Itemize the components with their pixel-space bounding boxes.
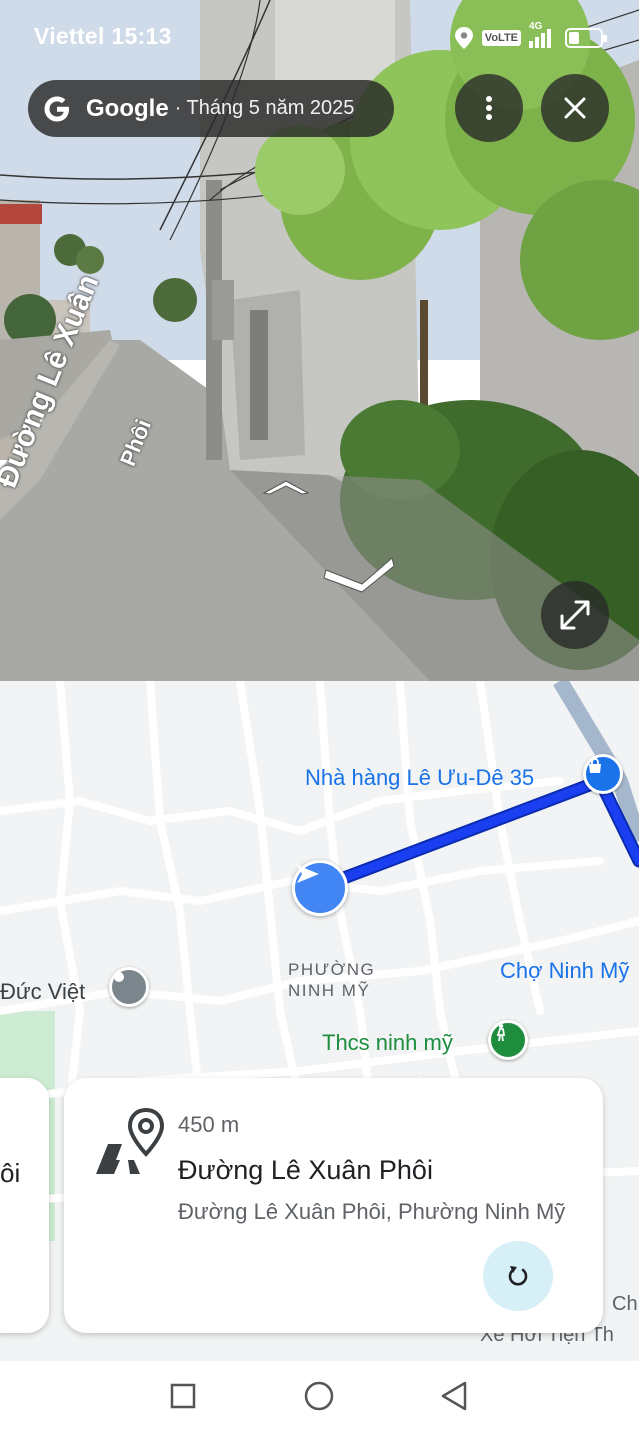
restaurant-pin[interactable] <box>583 754 623 794</box>
navigation-arrow-icon <box>297 865 319 883</box>
street-view-panel[interactable]: Viettel 15:13 VoLTE 4G Google · Tháng 5 … <box>0 0 639 681</box>
carrier-time: Viettel 15:13 <box>34 23 172 49</box>
backward-arrow[interactable] <box>322 552 396 594</box>
volte-badge: VoLTE <box>481 30 521 46</box>
school-pin[interactable] <box>488 1020 528 1060</box>
system-nav-bar <box>0 1361 639 1431</box>
status-bar: Viettel 15:13 VoLTE 4G <box>0 20 639 56</box>
close-icon <box>564 97 586 119</box>
ward-label-line1: PHƯỜNG <box>288 960 376 979</box>
expand-button[interactable] <box>541 581 609 649</box>
user-location-marker <box>292 860 348 916</box>
battery-icon <box>565 28 607 48</box>
bottom-poi-label-2[interactable]: Ch <box>612 1293 638 1316</box>
ducviet-label[interactable]: Đức Việt <box>0 979 85 1005</box>
google-g-icon <box>44 96 69 121</box>
signal-icon: 4G <box>529 21 551 48</box>
network-type: 4G <box>529 20 543 32</box>
place-address: Đường Lê Xuân Phôi, Phường Ninh Mỹ <box>178 1199 566 1224</box>
square-icon <box>170 1383 196 1409</box>
status-icons: VoLTE 4G <box>454 21 607 50</box>
recent-apps-button[interactable] <box>165 1378 201 1414</box>
hiking-icon <box>496 1023 506 1042</box>
refresh-button[interactable] <box>483 1241 553 1311</box>
market-label[interactable]: Chợ Ninh Mỹ <box>500 958 629 984</box>
more-options-button[interactable] <box>455 74 523 142</box>
expand-icon <box>560 600 590 630</box>
school-label[interactable]: Thcs ninh mỹ <box>322 1030 453 1056</box>
refresh-icon <box>508 1266 528 1286</box>
previous-place-card[interactable]: ôi <box>0 1078 49 1333</box>
location-icon <box>454 27 473 49</box>
ward-label-line2: NINH MỸ <box>288 981 371 1000</box>
street-view-info-pill[interactable]: Google · Tháng 5 năm 2025 <box>28 80 394 137</box>
google-brand-text: Google <box>86 94 169 122</box>
place-location-icon <box>96 1108 165 1174</box>
place-dot-icon <box>114 972 124 982</box>
previous-card-title: ôi <box>0 1158 21 1188</box>
distance-text: 450 m <box>178 1112 240 1137</box>
back-triangle-icon <box>441 1381 467 1411</box>
ward-label: PHƯỜNG NINH MỸ <box>288 959 375 1001</box>
forward-arrow[interactable] <box>262 477 310 497</box>
capture-date: · Tháng 5 năm 2025 <box>174 97 355 119</box>
back-button[interactable] <box>436 1378 472 1414</box>
place-card[interactable]: 450 m Đường Lê Xuân Phôi Đường Lê Xuân P… <box>64 1078 603 1333</box>
close-button[interactable] <box>541 74 609 142</box>
ducviet-pin[interactable] <box>109 967 149 1007</box>
place-title: Đường Lê Xuân Phôi <box>178 1155 433 1185</box>
home-button[interactable] <box>301 1378 337 1414</box>
circle-icon <box>304 1381 334 1411</box>
restaurant-label[interactable]: Nhà hàng Lê Ưu-Dê 35 <box>305 765 534 791</box>
more-vert-icon <box>486 96 492 120</box>
shopping-bag-icon <box>589 758 601 773</box>
